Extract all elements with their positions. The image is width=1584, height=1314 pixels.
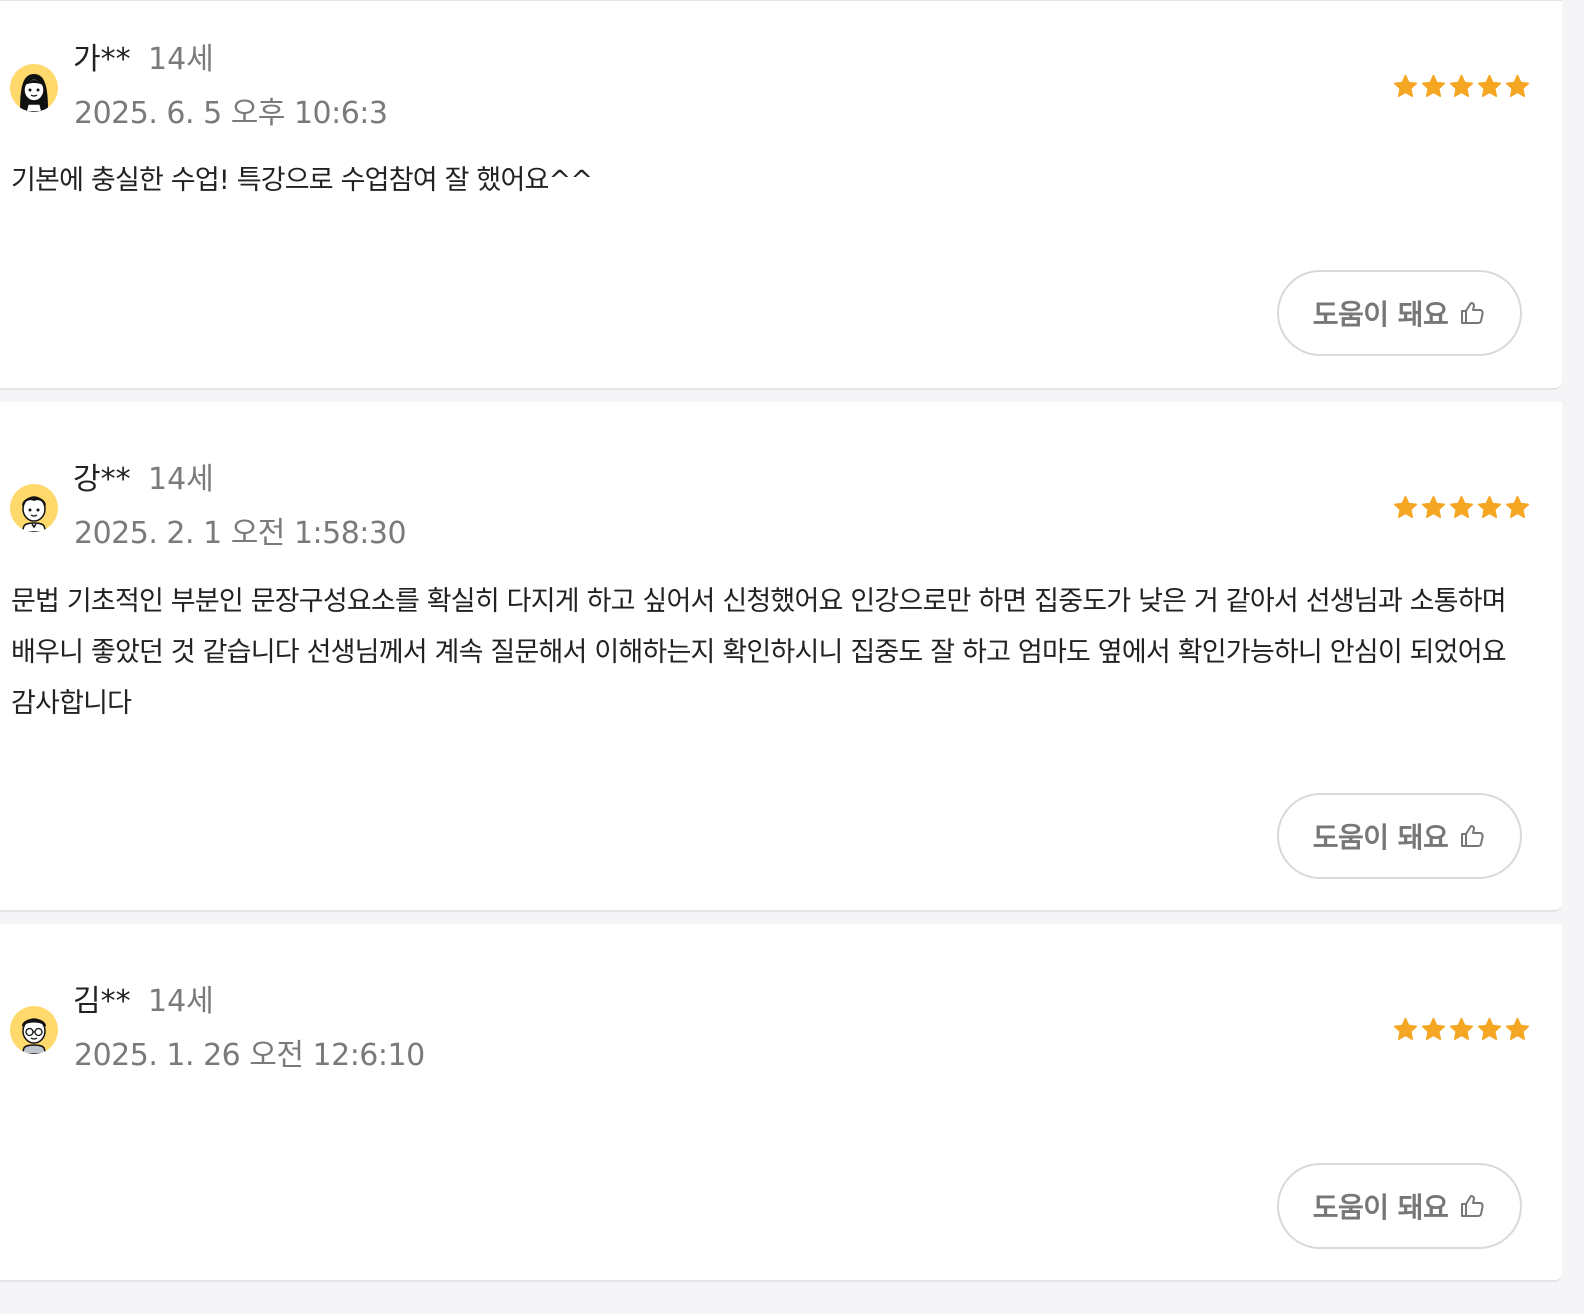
star-rating bbox=[1393, 74, 1530, 99]
thumbs-up-icon bbox=[1461, 302, 1484, 324]
review-card: 강** 14세 2025. 2. 1 오전 1:58:30 문법 기초적인 부분… bbox=[0, 402, 1562, 912]
star-icon bbox=[1421, 74, 1446, 97]
star-icon bbox=[1477, 495, 1502, 518]
reviewer-age: 14세 bbox=[148, 42, 214, 77]
helpful-button[interactable]: 도움이 돼요 bbox=[1277, 793, 1522, 879]
star-icon bbox=[1393, 74, 1418, 97]
thumbs-up-icon bbox=[1461, 825, 1484, 847]
reviewer-name: 김** bbox=[73, 984, 131, 1019]
review-list: 가** 14세 2025. 6. 5 오후 10:6:3 기본에 충실한 수업!… bbox=[0, 0, 1584, 1314]
star-icon bbox=[1449, 495, 1474, 518]
star-rating bbox=[1393, 495, 1530, 520]
review-date: 2025. 6. 5 오후 10:6:3 bbox=[74, 96, 388, 131]
reviewer-age: 14세 bbox=[148, 984, 214, 1019]
star-icon bbox=[1393, 495, 1418, 518]
reviewer-name: 가** bbox=[73, 42, 131, 77]
reviewer-age: 14세 bbox=[148, 462, 214, 497]
helpful-label: 도움이 돼요 bbox=[1312, 1191, 1449, 1224]
review-text: 문법 기초적인 부분인 문장구성요소를 확실히 다지게 하고 싶어서 신청했어요… bbox=[11, 586, 1507, 719]
star-rating bbox=[1393, 1017, 1530, 1042]
star-icon bbox=[1505, 495, 1530, 518]
helpful-label: 도움이 돼요 bbox=[1312, 821, 1449, 854]
thumbs-up-icon bbox=[1461, 1195, 1484, 1217]
review-date: 2025. 1. 26 오전 12:6:10 bbox=[74, 1038, 425, 1073]
star-icon bbox=[1421, 495, 1446, 518]
boy-glasses-avatar-icon bbox=[10, 1006, 58, 1054]
boy-avatar-icon bbox=[10, 484, 58, 532]
star-icon bbox=[1449, 1017, 1474, 1040]
girl-avatar-icon bbox=[10, 64, 58, 112]
star-icon bbox=[1477, 74, 1502, 97]
review-card: 김** 14세 2025. 1. 26 오전 12:6:10 도움이 돼요 bbox=[0, 924, 1562, 1282]
helpful-button[interactable]: 도움이 돼요 bbox=[1277, 270, 1522, 356]
star-icon bbox=[1449, 74, 1474, 97]
helpful-label: 도움이 돼요 bbox=[1312, 298, 1449, 331]
review-date: 2025. 2. 1 오전 1:58:30 bbox=[74, 516, 407, 551]
star-icon bbox=[1421, 1017, 1446, 1040]
review-card: 가** 14세 2025. 6. 5 오후 10:6:3 기본에 충실한 수업!… bbox=[0, 1, 1562, 390]
star-icon bbox=[1505, 1017, 1530, 1040]
star-icon bbox=[1393, 1017, 1418, 1040]
helpful-button[interactable]: 도움이 돼요 bbox=[1277, 1163, 1522, 1249]
star-icon bbox=[1477, 1017, 1502, 1040]
review-text: 기본에 충실한 수업! 특강으로 수업참여 잘 했어요^^ bbox=[11, 165, 593, 196]
reviewer-name: 강** bbox=[73, 462, 131, 497]
star-icon bbox=[1505, 74, 1530, 97]
